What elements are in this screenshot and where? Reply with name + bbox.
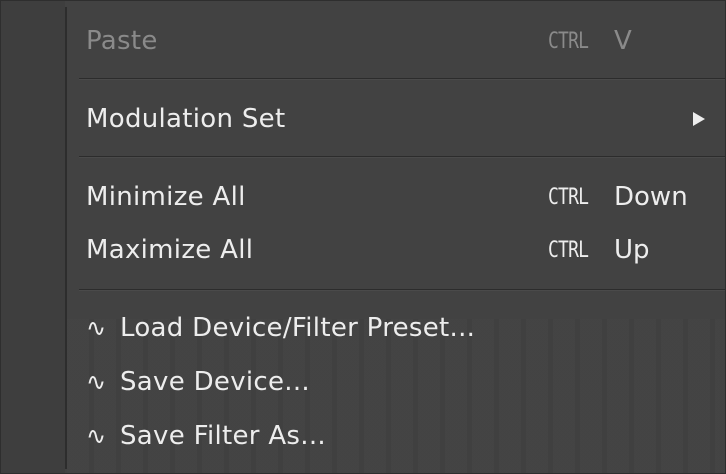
shortcut-minimize-all: CTRL Down (548, 182, 688, 212)
shortcut-key: Up (614, 235, 650, 265)
menu-item-label: Save Filter As... (120, 421, 326, 451)
shortcut-modifier: CTRL (548, 28, 589, 54)
shortcut-key: V (614, 26, 632, 56)
menu-item-minimize-all[interactable]: Minimize All CTRL Down (67, 172, 725, 222)
menu-item-label: Save Device... (120, 367, 310, 397)
context-menu: Paste CTRL V Modulation Set Minimize All… (0, 0, 726, 474)
menu-item-load-preset[interactable]: ∿ Load Device/Filter Preset... (67, 303, 725, 353)
shortcut-paste: CTRL V (548, 26, 632, 56)
menu-item-label: Modulation Set (86, 104, 286, 134)
menu-item-save-filter[interactable]: ∿ Save Filter As... (67, 411, 725, 461)
menu-item-label: Maximize All (86, 235, 254, 265)
wave-icon: ∿ (86, 422, 107, 450)
menu-separator (79, 156, 725, 158)
menu-item-label: Paste (86, 26, 158, 56)
shortcut-key: Down (614, 182, 688, 212)
menu-item-modulation-set[interactable]: Modulation Set (67, 94, 725, 144)
menu-item-paste[interactable]: Paste CTRL V (67, 16, 725, 66)
shortcut-modifier: CTRL (548, 237, 589, 263)
menu-gutter (1, 1, 65, 473)
wave-icon: ∿ (86, 368, 107, 396)
wave-icon: ∿ (86, 314, 107, 342)
menu-item-label: Minimize All (86, 182, 246, 212)
chevron-right-icon (693, 112, 705, 126)
menu-item-save-device[interactable]: ∿ Save Device... (67, 357, 725, 407)
menu-separator (79, 78, 725, 80)
menu-item-maximize-all[interactable]: Maximize All CTRL Up (67, 225, 725, 275)
menu-item-label: Load Device/Filter Preset... (120, 313, 476, 343)
menu-separator (79, 289, 725, 291)
shortcut-modifier: CTRL (548, 184, 589, 210)
shortcut-maximize-all: CTRL Up (548, 235, 650, 265)
